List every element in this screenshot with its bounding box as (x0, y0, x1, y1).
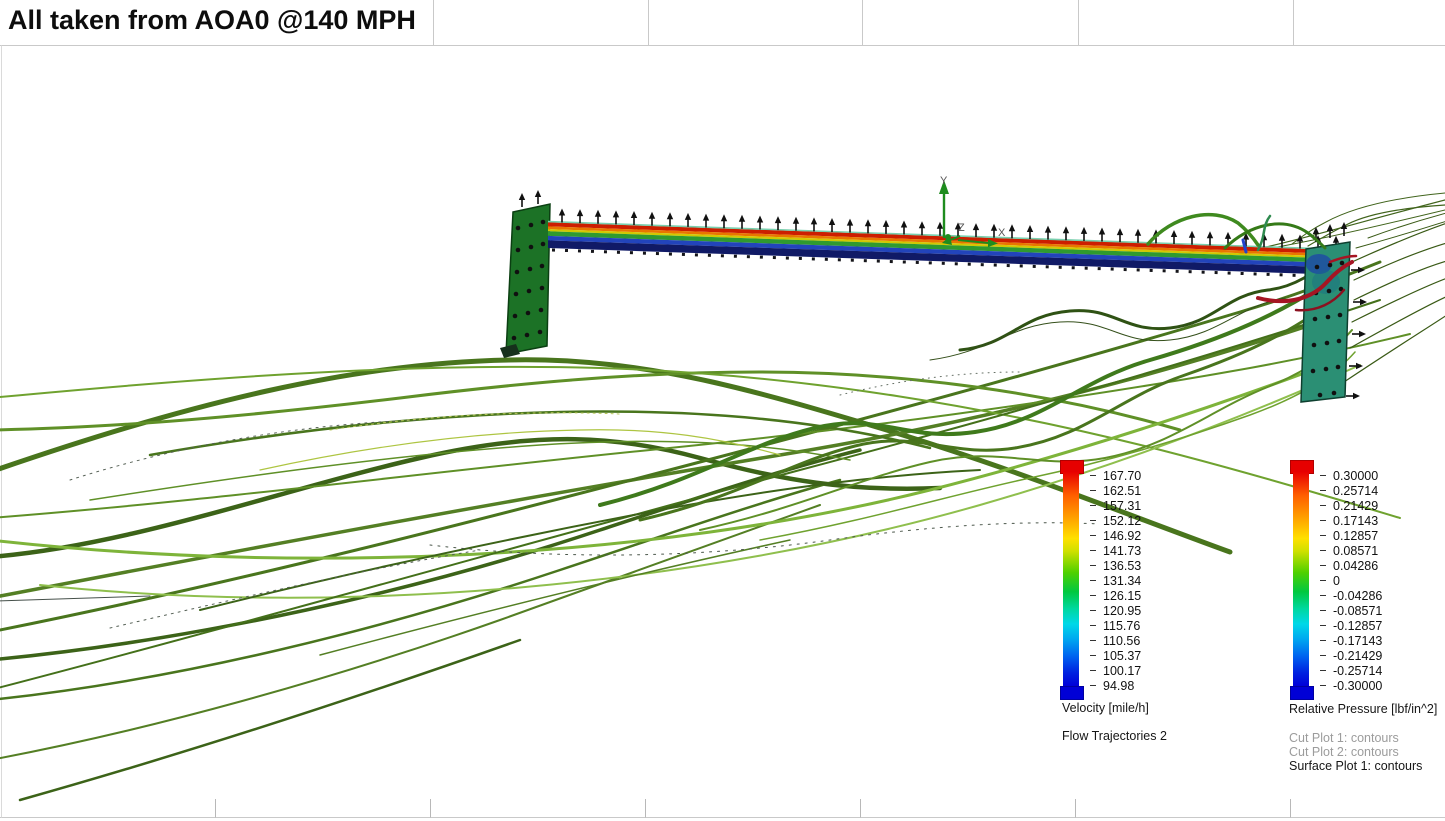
legend-tick: 0.21429 (1320, 498, 1382, 513)
legend-tick: 152.12 (1090, 513, 1141, 528)
legend-tick: 94.98 (1090, 678, 1141, 693)
spreadsheet-gridlines (0, 0, 1445, 818)
legend-tick: 131.34 (1090, 573, 1141, 588)
legend-tick: 141.73 (1090, 543, 1141, 558)
legend-tick: -0.04286 (1320, 588, 1382, 603)
legend-min-cap (1290, 686, 1314, 700)
legend-min-cap (1060, 686, 1084, 700)
axis-y-label: Y (940, 175, 948, 187)
pressure-ticks: 0.30000 0.25714 0.21429 0.17143 0.12857 … (1320, 468, 1382, 693)
legend-tick: 126.15 (1090, 588, 1141, 603)
legend-tick: -0.08571 (1320, 603, 1382, 618)
cfd-scene: Y Z X (0, 0, 1445, 821)
legend-tick: 100.17 (1090, 663, 1141, 678)
legend-tick: 162.51 (1090, 483, 1141, 498)
legend-tick: 136.53 (1090, 558, 1141, 573)
pressure-colorbar (1293, 472, 1309, 686)
legend-tick: -0.21429 (1320, 648, 1382, 663)
pressure-legend: 0.30000 0.25714 0.21429 0.17143 0.12857 … (1288, 458, 1438, 708)
legend-tick: 0.17143 (1320, 513, 1382, 528)
axis-z-label: Z (958, 222, 965, 234)
legend-tick: -0.30000 (1320, 678, 1382, 693)
legend-tick: 0.04286 (1320, 558, 1382, 573)
flow-trajectories-label: Flow Trajectories 2 (1062, 729, 1167, 744)
flow-streamlines (0, 193, 1445, 800)
axis-x-label: X (998, 227, 1006, 239)
legend-tick: 167.70 (1090, 468, 1141, 483)
legend-tick: -0.12857 (1320, 618, 1382, 633)
left-endplate (500, 190, 550, 358)
cut-plot-2-label: Cut Plot 2: contours (1289, 745, 1399, 760)
surface-plot-1-label: Surface Plot 1: contours (1289, 759, 1422, 774)
legend-tick: 0.12857 (1320, 528, 1382, 543)
spreadsheet-page: Y Z X All taken from AOA0 @140 MPH 167.7… (0, 0, 1445, 821)
legend-tick: 0.25714 (1320, 483, 1382, 498)
velocity-legend: 167.70 162.51 157.31 152.12 146.92 141.7… (1058, 458, 1208, 708)
legend-tick: -0.25714 (1320, 663, 1382, 678)
velocity-colorbar (1063, 472, 1079, 686)
legend-tick: 115.76 (1090, 618, 1141, 633)
right-endplate (1301, 222, 1367, 402)
velocity-caption: Velocity [mile/h] (1062, 701, 1149, 715)
legend-tick: 105.37 (1090, 648, 1141, 663)
figure-title: All taken from AOA0 @140 MPH (8, 5, 416, 36)
legend-tick: 110.56 (1090, 633, 1141, 648)
pressure-caption: Relative Pressure [lbf/in^2] (1289, 702, 1437, 716)
legend-tick: -0.17143 (1320, 633, 1382, 648)
legend-tick: 0.30000 (1320, 468, 1382, 483)
legend-tick: 146.92 (1090, 528, 1141, 543)
velocity-ticks: 167.70 162.51 157.31 152.12 146.92 141.7… (1090, 468, 1141, 693)
legend-tick: 0 (1320, 573, 1382, 588)
legend-tick: 157.31 (1090, 498, 1141, 513)
cut-plot-1-label: Cut Plot 1: contours (1289, 731, 1399, 746)
legend-tick: 120.95 (1090, 603, 1141, 618)
legend-tick: 0.08571 (1320, 543, 1382, 558)
